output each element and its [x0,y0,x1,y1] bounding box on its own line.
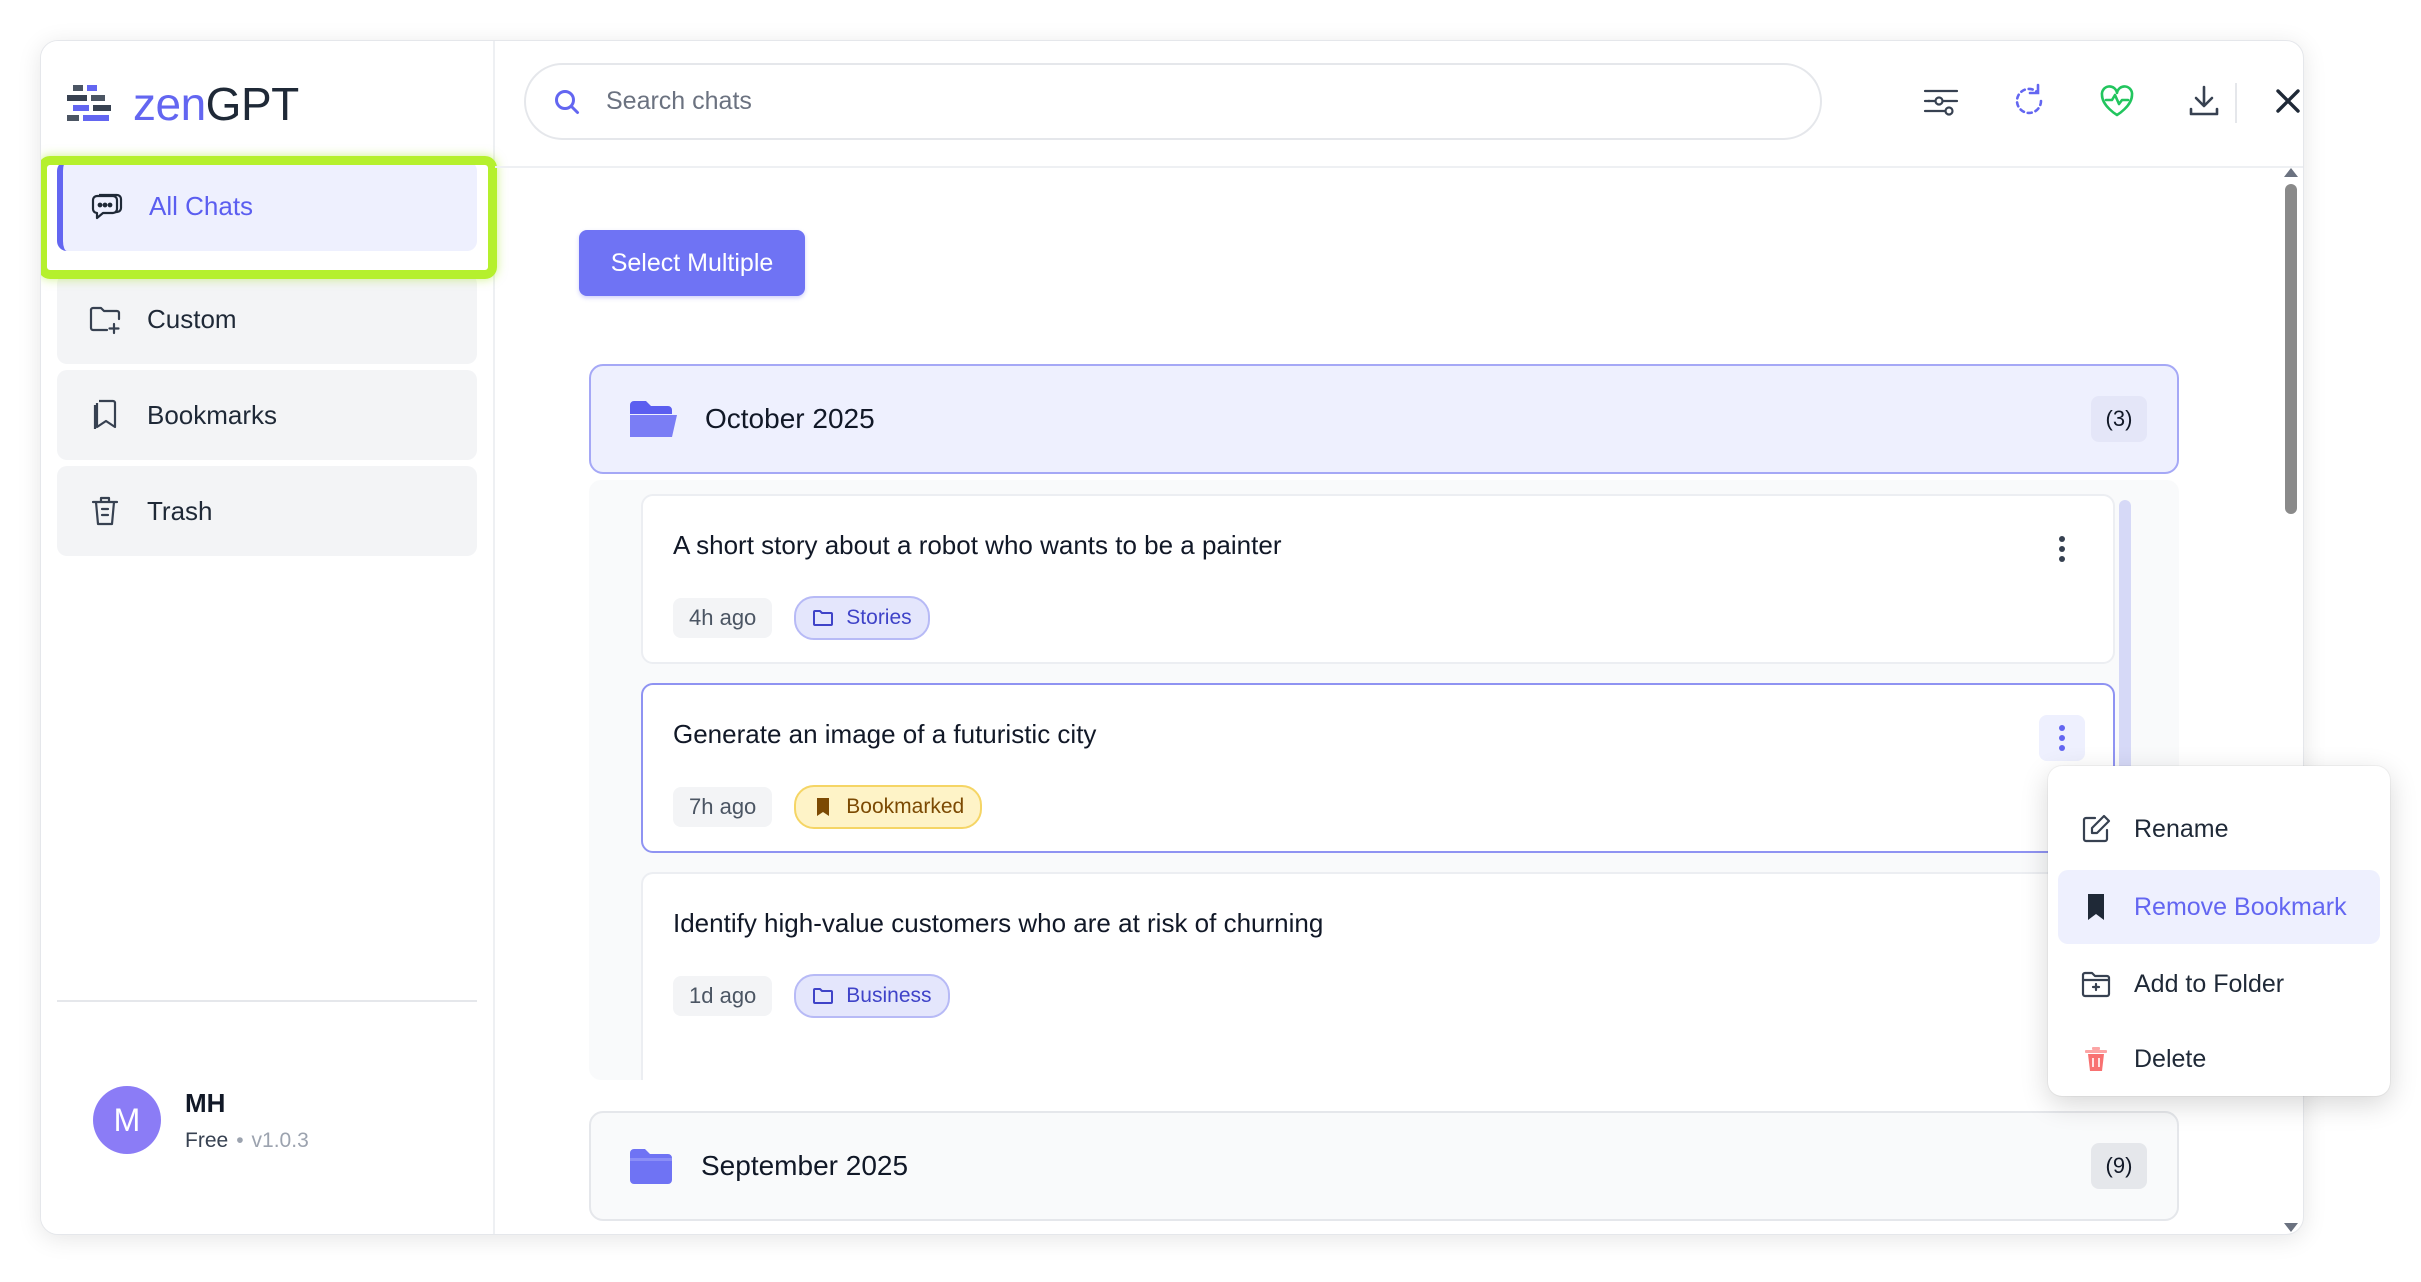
folder-icon [630,1149,672,1184]
health-button[interactable] [2095,79,2139,123]
logo-icon [67,85,111,121]
folder-tag[interactable]: Business [794,974,950,1018]
bookmark-tag[interactable]: Bookmarked [794,785,983,829]
month-title: September 2025 [701,1150,909,1181]
chat-time: 4h ago [673,598,773,638]
user-plan: Free • v1.0.3 [185,1128,309,1152]
chat-time: 1d ago [673,976,773,1016]
chats-icon [91,193,123,220]
sidebar-item-trash[interactable]: Trash [57,466,477,556]
chat-context-menu: Rename Remove Bookmark Add to Folder Del… [2048,766,2390,1096]
download-button[interactable] [2182,79,2226,123]
avatar: M [93,1086,161,1154]
sync-icon [2015,83,2043,115]
scroll-up-arrow[interactable] [2284,168,2298,177]
chat-list-area: Select Multiple October 2025 (3) A short… [495,168,2303,1234]
filter-icon [1923,89,1959,116]
sidebar-item-label: Bookmarks [147,399,278,430]
logo: zenGPT [65,69,299,139]
folder-plus-icon [89,306,121,335]
menu-item-add-to-folder[interactable]: Add to Folder [2058,947,2380,1021]
chat-meta: 1d ago Business [673,974,950,1018]
sidebar-item-label: All Chats [149,190,254,221]
bookmark-icon [93,399,117,429]
sync-button[interactable] [2007,79,2051,123]
chat-item-selected[interactable]: Generate an image of a futuristic city 7… [641,683,2115,853]
close-button[interactable] [2266,79,2303,123]
app-title: zenGPT [133,78,299,130]
user-name: MH [185,1087,226,1118]
menu-item-delete[interactable]: Delete [2058,1022,2380,1096]
sidebar-divider [57,1000,477,1002]
chat-title: A short story about a robot who wants to… [673,530,1282,560]
chat-options-button[interactable] [2039,715,2085,761]
month-group-september-2025[interactable]: September 2025 (9) [589,1111,2179,1221]
chat-title: Identify high-value customers who are at… [673,908,1324,938]
chat-meta: 4h ago Stories [673,596,930,640]
folder-open-icon [630,401,677,437]
trash-icon [2085,1047,2107,1071]
app-window: zenGPT All Chats Custom Bookmarks Trash … [40,40,2304,1235]
chat-item[interactable]: A short story about a robot who wants to… [641,494,2115,664]
sidebar-item-custom[interactable]: Custom [57,274,477,364]
close-icon [2276,89,2300,113]
chat-options-button[interactable] [2039,526,2085,572]
sidebar-item-label: Trash [147,495,213,526]
health-icon [2100,85,2134,117]
more-vertical-icon [2059,536,2065,562]
folder-add-icon [2081,971,2111,998]
sidebar: zenGPT All Chats Custom Bookmarks Trash … [41,41,497,1234]
search-bar[interactable] [524,63,1822,140]
sidebar-item-bookmarks[interactable]: Bookmarks [57,370,477,460]
menu-item-rename[interactable]: Rename [2058,792,2380,866]
select-multiple-button[interactable]: Select Multiple [579,230,805,296]
filter-button[interactable] [1919,79,1963,123]
folder-icon [813,988,834,1004]
chat-item[interactable]: Identify high-value customers who are at… [641,872,2115,1080]
chat-title: Generate an image of a futuristic city [673,719,1097,749]
month-title: October 2025 [705,403,875,434]
toolbar-divider [2235,83,2237,123]
month-count-badge: (3) [2091,396,2147,442]
menu-item-remove-bookmark[interactable]: Remove Bookmark [2058,870,2380,944]
app-version: v1.0.3 [251,1128,309,1152]
scroll-thumb[interactable] [2285,184,2297,514]
edit-icon [2082,814,2111,843]
user-profile[interactable]: M MH Free • v1.0.3 [93,1086,309,1154]
search-icon [555,89,579,114]
october-chat-list: A short story about a robot who wants to… [589,480,2179,1080]
sidebar-item-label: Custom [147,303,237,334]
folder-tag[interactable]: Stories [794,596,930,640]
more-vertical-icon [2059,725,2065,751]
top-bar [495,41,2303,168]
sidebar-item-all-chats[interactable]: All Chats [57,161,477,251]
chat-meta: 7h ago Bookmarked [673,785,983,829]
month-count-badge: (9) [2091,1143,2147,1189]
folder-icon [813,610,834,626]
trash-icon [91,496,119,526]
bookmark-filled-icon [817,798,830,816]
month-group-october-2025[interactable]: October 2025 (3) [589,364,2179,474]
chat-time: 7h ago [673,787,773,827]
scroll-down-arrow[interactable] [2284,1223,2298,1232]
download-icon [2189,85,2219,116]
search-input[interactable] [604,86,1758,117]
bookmark-filled-icon [2088,894,2104,920]
